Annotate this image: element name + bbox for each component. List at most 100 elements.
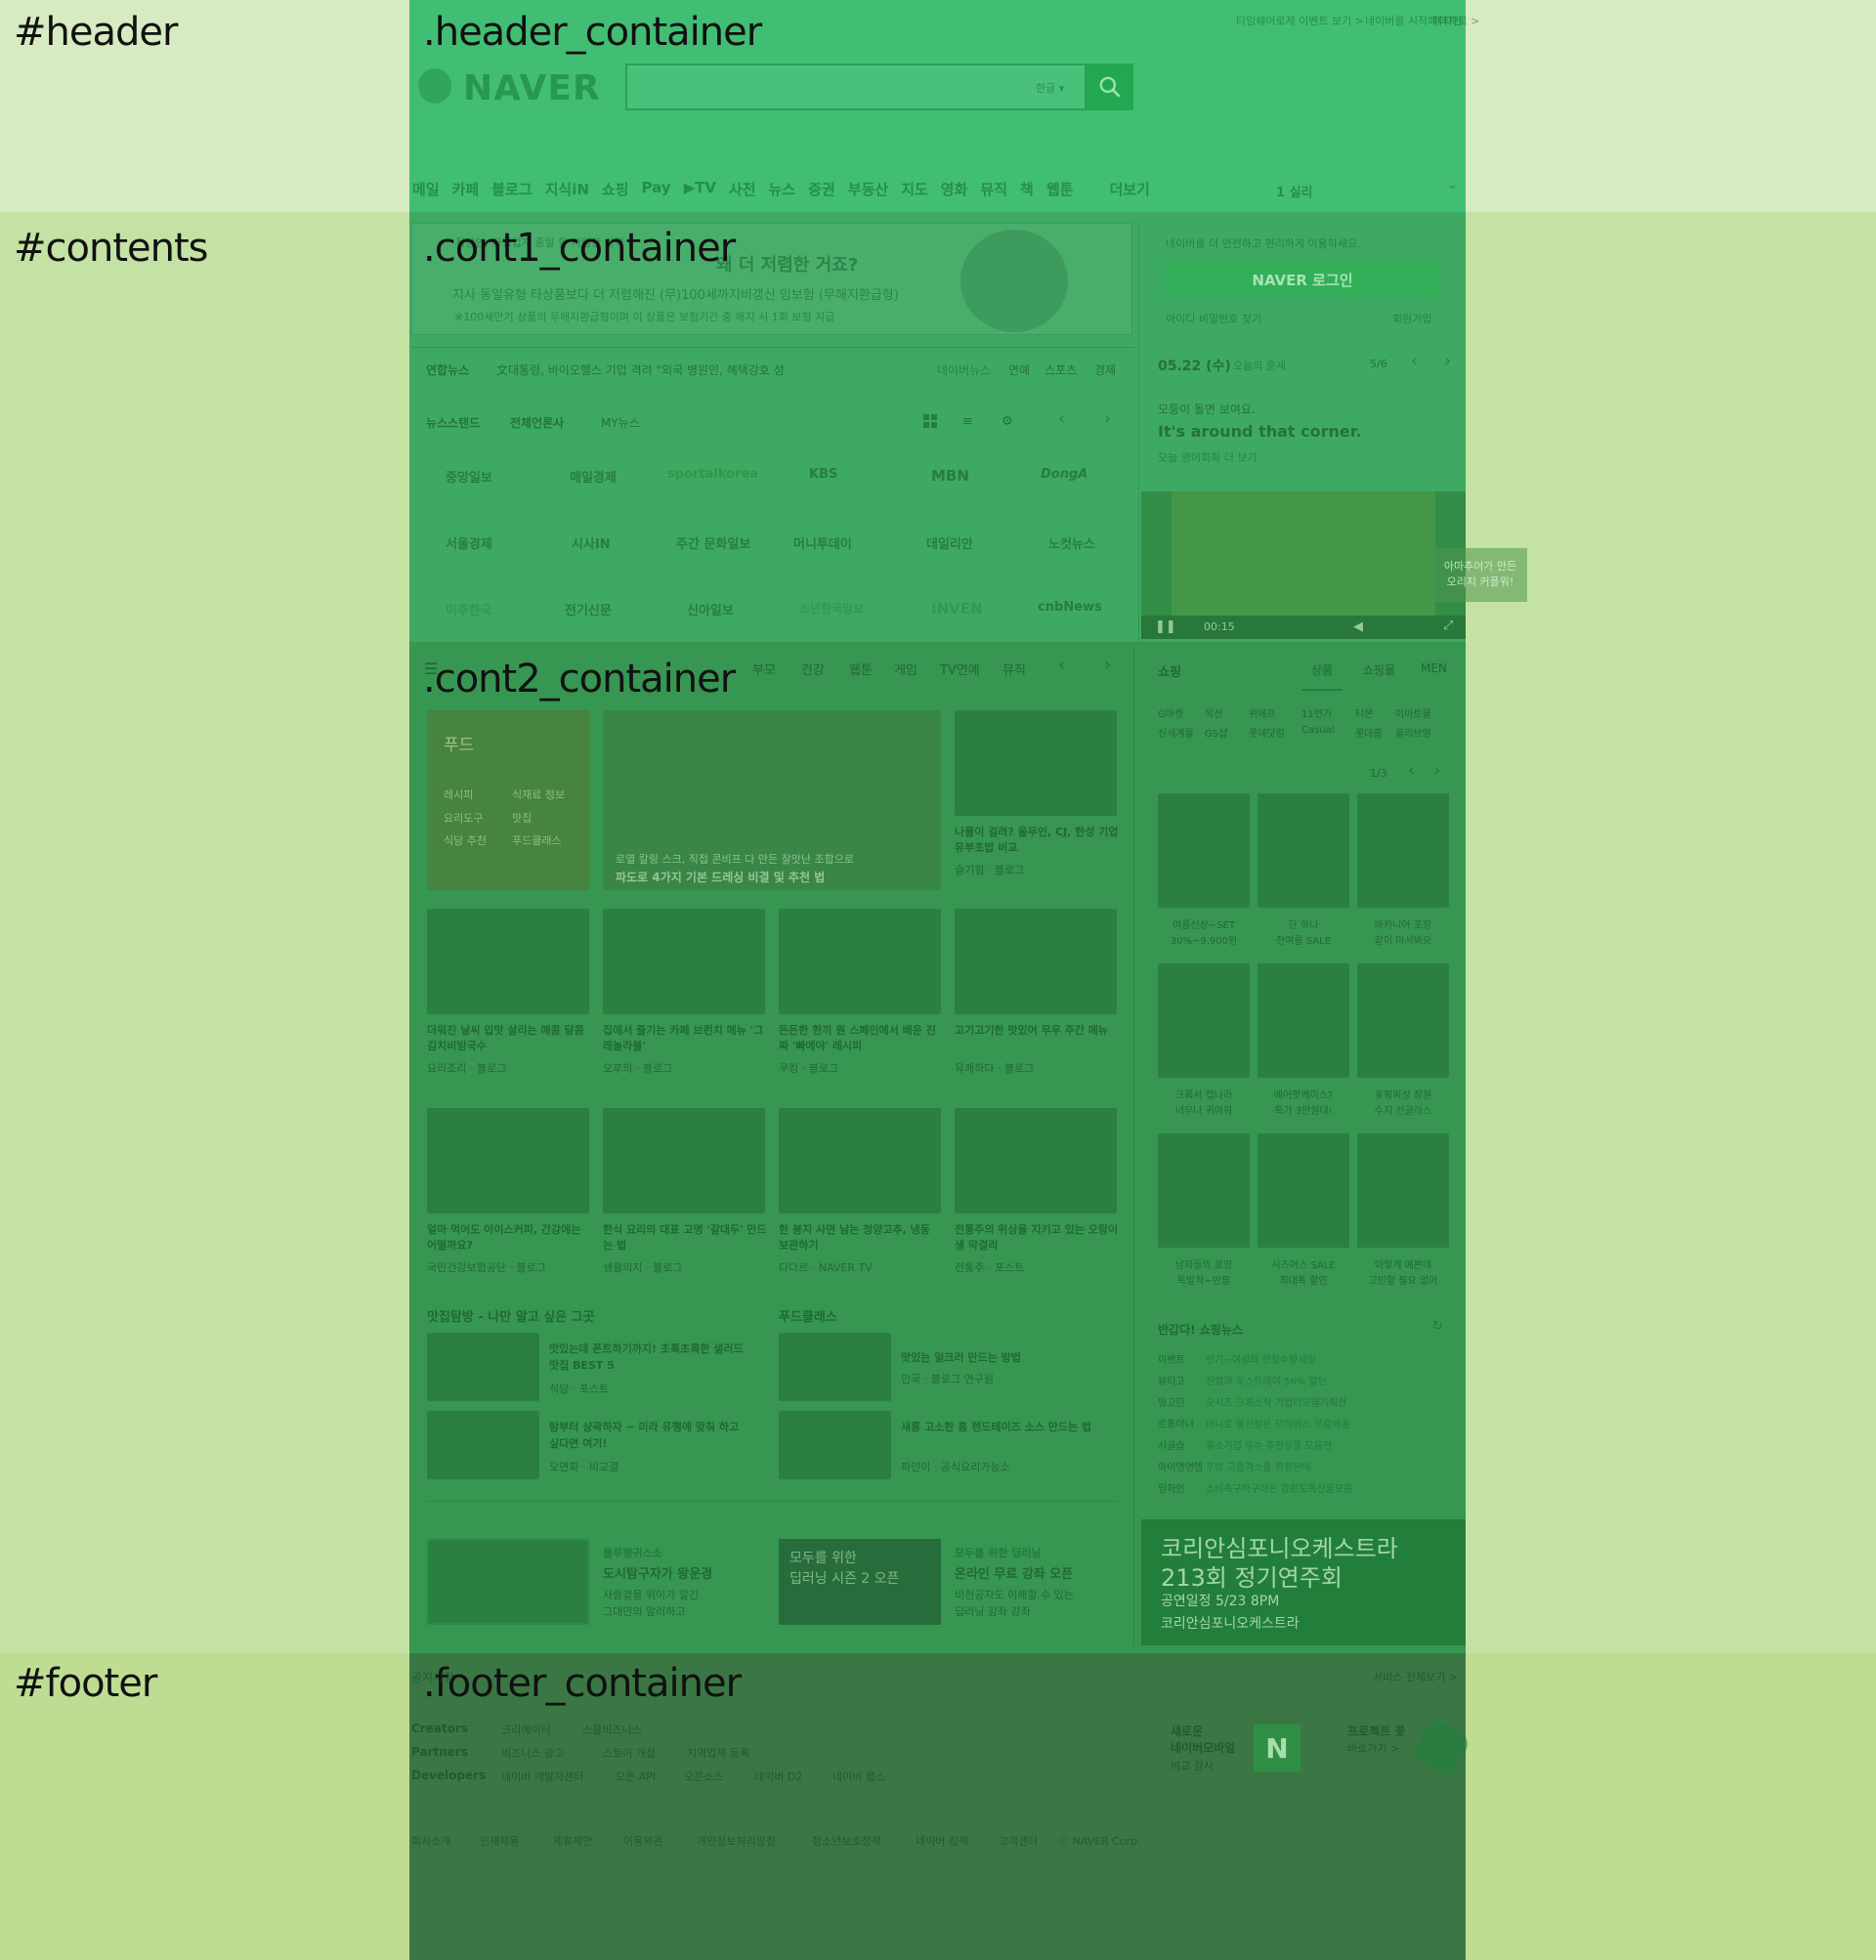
shopping-item-image[interactable] bbox=[1158, 1133, 1250, 1248]
my-news-tab[interactable]: MY뉴스 bbox=[601, 414, 640, 431]
nav-map[interactable]: 지도 bbox=[901, 179, 928, 199]
list-thumb[interactable] bbox=[779, 1411, 891, 1479]
shopping-item-line-2[interactable]: 특발착~반팔 bbox=[1158, 1272, 1250, 1287]
nav-kin[interactable]: 지식iN bbox=[545, 179, 589, 199]
shop-news-item[interactable]: 인기~여성화 한정수량세일 bbox=[1206, 1351, 1316, 1366]
press-logo[interactable]: sportalkorea bbox=[667, 467, 758, 482]
naver-app-icon[interactable]: N bbox=[1254, 1725, 1300, 1771]
fortune-link[interactable]: 오늘의 운세 bbox=[1233, 358, 1286, 373]
ticker-section-news[interactable]: 네이버뉴스 bbox=[937, 362, 991, 378]
realtime-keyword[interactable]: 1 실리 bbox=[1276, 182, 1313, 200]
card-image[interactable] bbox=[427, 1108, 589, 1214]
footer-bottom-link[interactable]: 제휴제안 bbox=[553, 1833, 592, 1849]
mall-link[interactable]: 신세계몰 bbox=[1158, 725, 1194, 740]
shopping-tab-men[interactable]: MEN bbox=[1421, 661, 1447, 675]
press-logo[interactable]: INVEN bbox=[931, 600, 983, 618]
footer-promo-1-line-2[interactable]: 네이버모바일 bbox=[1171, 1739, 1235, 1756]
card-title[interactable]: 든든한 한끼 원 스페인에서 배운 진짜 '빠에야' 레시피 bbox=[779, 1023, 943, 1054]
food-box-item[interactable]: 맛집 bbox=[512, 810, 532, 826]
card-title[interactable]: 더워진 날씨 입맛 살리는 매콤 달콤 김치비빔국수 bbox=[427, 1023, 591, 1054]
shopping-item-line-1[interactable]: 남자들의 로망 bbox=[1158, 1257, 1250, 1271]
press-logo[interactable]: MBN bbox=[931, 467, 969, 485]
signup-link[interactable]: 회원가입 bbox=[1392, 311, 1431, 326]
service-all-link[interactable]: 서비스 전체보기 > bbox=[1373, 1669, 1458, 1684]
shopping-item-line-2[interactable]: 특가 3만원대! bbox=[1258, 1102, 1349, 1117]
settings-icon[interactable]: ⚙ bbox=[1002, 414, 1013, 429]
press-logo[interactable]: 머니투데이 bbox=[793, 533, 852, 552]
footer-link[interactable]: 크리에이터 bbox=[501, 1722, 551, 1737]
find-id-link[interactable]: 아이디 비밀번호 찾기 bbox=[1166, 311, 1261, 326]
mall-link[interactable]: 11번가 bbox=[1301, 705, 1332, 720]
card-title[interactable]: 한 봉지 사면 남는 청양고추, 냉동 보관하기 bbox=[779, 1222, 943, 1254]
card-image[interactable] bbox=[603, 1108, 765, 1214]
card-image[interactable] bbox=[779, 909, 941, 1014]
card-title[interactable]: 고기고기한 맛있어 무우 주간 메뉴 bbox=[955, 1023, 1119, 1039]
food-box-item[interactable]: 레시피 bbox=[444, 787, 473, 802]
shopping-item-line-1[interactable]: 바카니어 포장 bbox=[1357, 916, 1449, 931]
footer-bottom-link[interactable]: 네이버 정책 bbox=[916, 1833, 968, 1849]
date-next-icon[interactable]: › bbox=[1444, 351, 1451, 371]
footer-bottom-link[interactable]: 이용약관 bbox=[623, 1833, 662, 1849]
card-image[interactable] bbox=[427, 909, 589, 1014]
login-button[interactable]: NAVER 로그인 bbox=[1166, 262, 1439, 297]
top-link-1[interactable]: 타임쉐어로제 이벤트 보기 > bbox=[1236, 13, 1364, 28]
footer-promo-2-line-2[interactable]: 바로가기 > bbox=[1347, 1740, 1399, 1756]
list-thumb[interactable] bbox=[427, 1411, 539, 1479]
shopping-item-image[interactable] bbox=[1357, 793, 1449, 908]
search-language-dropdown[interactable]: 한글 ▾ bbox=[1036, 80, 1064, 96]
shopping-tab-products[interactable]: 상품 bbox=[1311, 661, 1333, 678]
nav-movie[interactable]: 영화 bbox=[941, 179, 968, 199]
footer-notice-label[interactable]: 공지사항 bbox=[411, 1669, 454, 1685]
list-thumb[interactable] bbox=[779, 1333, 891, 1401]
newsstand-next-icon[interactable]: › bbox=[1104, 408, 1111, 429]
nav-music[interactable]: 뮤직 bbox=[980, 179, 1007, 199]
menu-icon[interactable]: ☰ bbox=[424, 660, 438, 678]
footer-bottom-link[interactable]: 회사소개 bbox=[411, 1833, 450, 1849]
top-link-3[interactable]: 해피빈 bbox=[1432, 13, 1462, 28]
shopping-item-image[interactable] bbox=[1258, 793, 1349, 908]
nav-news[interactable]: 뉴스 bbox=[769, 179, 796, 199]
chevron-down-icon[interactable]: ⌄ bbox=[1447, 178, 1458, 192]
nav-cafe[interactable]: 카페 bbox=[452, 179, 480, 199]
press-logo[interactable]: KBS bbox=[809, 467, 837, 482]
press-logo[interactable]: 매일경제 bbox=[570, 467, 617, 486]
shop-news-item[interactable]: 오시즈 크록스착 기업리모델기획전 bbox=[1206, 1394, 1346, 1409]
nav-book[interactable]: 책 bbox=[1020, 179, 1034, 199]
footer-link[interactable]: 스몰비즈니스 bbox=[582, 1722, 642, 1737]
card-image[interactable] bbox=[603, 909, 765, 1014]
tab-tv[interactable]: TV연예 bbox=[940, 660, 980, 678]
nav-dict[interactable]: 사전 bbox=[729, 179, 756, 199]
promo-left-image[interactable] bbox=[427, 1539, 589, 1625]
shop-news-item[interactable]: 주방 고품격소품 한정판매 bbox=[1206, 1459, 1311, 1473]
footer-link[interactable]: 비즈니스 광고 bbox=[501, 1745, 564, 1761]
ticker-headline[interactable]: 文대통령, 바이오헬스 기업 격려 "외국 병원인, 혜택강호 성 bbox=[496, 362, 785, 378]
tabs-next-icon[interactable]: › bbox=[1104, 655, 1111, 675]
tab-health[interactable]: 건강 bbox=[801, 660, 825, 678]
volume-icon[interactable]: ◀ bbox=[1353, 619, 1363, 634]
shopping-item-line-1[interactable]: 꽃펑퍼성 장원 bbox=[1357, 1087, 1449, 1101]
list-item-title[interactable]: 맛있는 얼크러 만드는 방법 bbox=[901, 1349, 1021, 1365]
footer-link[interactable]: 네이버 개발자센터 bbox=[501, 1768, 583, 1784]
shopping-item-line-1[interactable]: 시즈어스 SALE bbox=[1258, 1257, 1349, 1271]
tabs-prev-icon[interactable]: ‹ bbox=[1058, 655, 1065, 675]
shopping-item-line-1[interactable]: 에어팟케이스? bbox=[1258, 1087, 1349, 1101]
refresh-icon[interactable]: ↻ bbox=[1432, 1319, 1443, 1334]
press-logo[interactable]: DongA bbox=[1041, 467, 1087, 482]
press-logo[interactable]: 시사IN bbox=[572, 533, 611, 552]
footer-link[interactable]: 오픈소스 bbox=[684, 1768, 723, 1784]
press-logo[interactable]: 데일리안 bbox=[926, 533, 973, 552]
press-logo[interactable]: 서울경제 bbox=[446, 533, 492, 552]
food-box-item[interactable]: 식재료 정보 bbox=[512, 787, 565, 802]
card-title[interactable]: 집에서 즐기는 카페 브런치 메뉴 '그래놀라볼' bbox=[603, 1023, 767, 1054]
nav-tv[interactable]: ▶TV bbox=[684, 179, 716, 199]
nav-realestate[interactable]: 부동산 bbox=[848, 179, 888, 199]
search-input[interactable] bbox=[625, 64, 1087, 110]
shopping-item-line-2[interactable]: 같이 마셔봐요 bbox=[1357, 932, 1449, 947]
tab-music[interactable]: 뮤직 bbox=[1002, 660, 1026, 678]
press-logo[interactable]: 노컷뉴스 bbox=[1048, 533, 1095, 552]
mall-link[interactable]: 올리브영 bbox=[1395, 725, 1431, 740]
newsstand-label[interactable]: 뉴스스탠드 bbox=[426, 414, 480, 431]
shop-news-item[interactable]: 신발과 우스트레이 56% 할인 bbox=[1206, 1373, 1327, 1387]
ticker-label[interactable]: 연합뉴스 bbox=[426, 362, 469, 378]
nav-more[interactable]: 더보기 bbox=[1109, 179, 1149, 199]
